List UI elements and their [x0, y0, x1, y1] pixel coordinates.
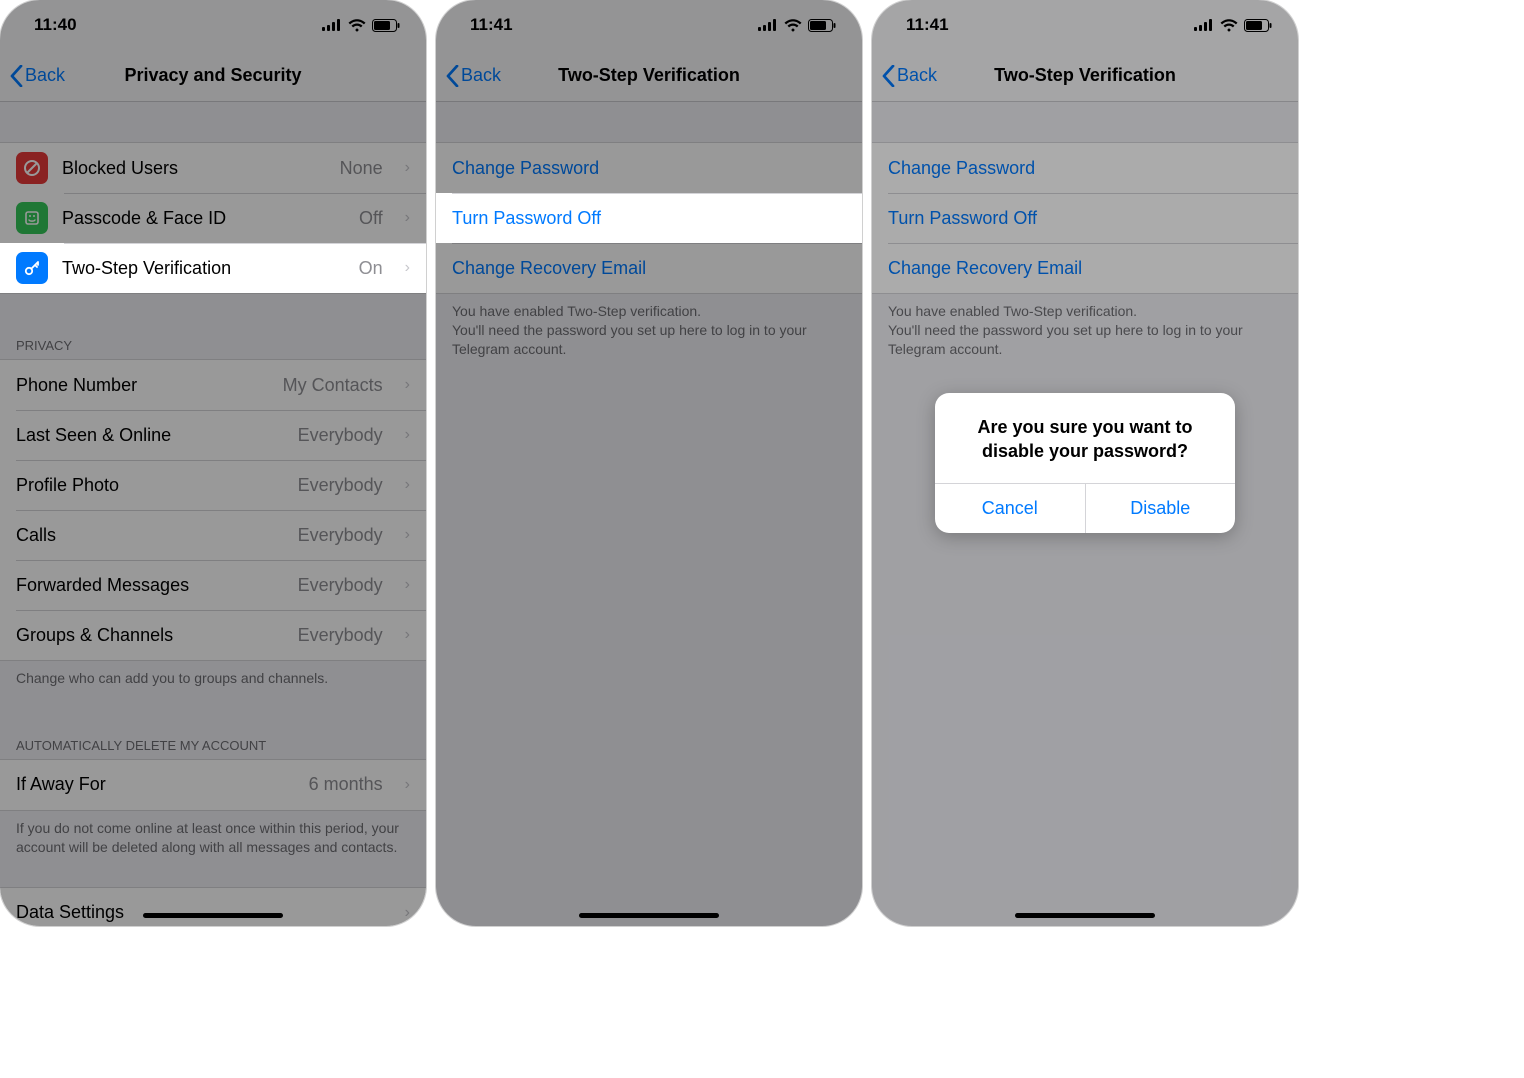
- row-label: Blocked Users: [62, 158, 326, 179]
- key-icon: [16, 252, 48, 284]
- row-if-away-for[interactable]: If Away For 6 months ›: [0, 760, 426, 810]
- scroll-content[interactable]: Blocked Users None › Passcode & Face ID …: [0, 102, 426, 926]
- row-passcode-faceid[interactable]: Passcode & Face ID Off ›: [0, 193, 426, 243]
- status-time: 11:40: [34, 15, 77, 35]
- row-label: Calls: [16, 525, 284, 546]
- status-time: 11:41: [470, 15, 513, 35]
- chevron-right-icon: ›: [405, 626, 410, 644]
- row-calls[interactable]: Calls Everybody ›: [0, 510, 426, 560]
- screen-privacy-and-security: 11:40 Back Privacy and Security Blocked …: [0, 0, 426, 926]
- chevron-right-icon: ›: [405, 209, 410, 227]
- row-label: Turn Password Off: [452, 208, 846, 229]
- home-indicator[interactable]: [143, 913, 283, 918]
- row-change-password[interactable]: Change Password: [436, 143, 862, 193]
- row-value: Everybody: [298, 525, 383, 546]
- chevron-right-icon: ›: [405, 526, 410, 544]
- wifi-icon: [348, 19, 366, 32]
- row-value: Everybody: [298, 425, 383, 446]
- screen-two-step-verification-alert: 11:41 Back Two-Step Verification Change …: [872, 0, 1298, 926]
- row-value: 6 months: [309, 774, 383, 795]
- row-two-step-verification[interactable]: Two-Step Verification On ›: [0, 243, 426, 293]
- cancel-button[interactable]: Cancel: [935, 484, 1085, 533]
- back-label: Back: [25, 65, 65, 86]
- page-title: Privacy and Security: [124, 65, 301, 86]
- chevron-right-icon: ›: [405, 159, 410, 177]
- row-label: Last Seen & Online: [16, 425, 284, 446]
- back-button[interactable]: Back: [446, 65, 501, 87]
- chevron-right-icon: ›: [405, 776, 410, 794]
- status-indicators: [758, 19, 836, 32]
- row-data-settings[interactable]: Data Settings ›: [0, 888, 426, 926]
- disable-button[interactable]: Disable: [1085, 484, 1236, 533]
- row-blocked-users[interactable]: Blocked Users None ›: [0, 143, 426, 193]
- nav-bar: Back Privacy and Security: [0, 50, 426, 102]
- chevron-right-icon: ›: [405, 259, 410, 277]
- status-bar: 11:40: [0, 0, 426, 50]
- row-phone-number[interactable]: Phone Number My Contacts ›: [0, 360, 426, 410]
- confirm-disable-alert: Are you sure you want to disable your pa…: [935, 393, 1235, 534]
- row-value: Everybody: [298, 475, 383, 496]
- chevron-right-icon: ›: [405, 576, 410, 594]
- row-label: Passcode & Face ID: [62, 208, 345, 229]
- row-groups-channels[interactable]: Groups & Channels Everybody ›: [0, 610, 426, 660]
- row-value: None: [340, 158, 383, 179]
- alert-title: Are you sure you want to disable your pa…: [935, 393, 1235, 484]
- row-value: On: [359, 258, 383, 279]
- chevron-right-icon: ›: [405, 426, 410, 444]
- section-footer-privacy: Change who can add you to groups and cha…: [0, 661, 426, 694]
- alert-backdrop: Are you sure you want to disable your pa…: [872, 0, 1298, 926]
- status-indicators: [322, 19, 400, 32]
- row-value: Everybody: [298, 575, 383, 596]
- row-label: Two-Step Verification: [62, 258, 345, 279]
- battery-icon: [372, 19, 400, 32]
- chevron-right-icon: ›: [405, 476, 410, 494]
- blocked-icon: [16, 152, 48, 184]
- section-header-auto-delete: Automatically Delete My Account: [0, 730, 426, 759]
- screen-two-step-verification: 11:41 Back Two-Step Verification Change …: [436, 0, 862, 926]
- nav-bar: Back Two-Step Verification: [436, 50, 862, 102]
- row-change-recovery-email[interactable]: Change Recovery Email: [436, 243, 862, 293]
- row-label: Phone Number: [16, 375, 269, 396]
- chevron-right-icon: ›: [405, 376, 410, 394]
- wifi-icon: [784, 19, 802, 32]
- row-value: Everybody: [298, 625, 383, 646]
- row-label: Forwarded Messages: [16, 575, 284, 596]
- row-label: Change Password: [452, 158, 846, 179]
- chevron-left-icon: [10, 65, 23, 87]
- row-label: Groups & Channels: [16, 625, 284, 646]
- row-profile-photo[interactable]: Profile Photo Everybody ›: [0, 460, 426, 510]
- scroll-content[interactable]: Change Password Turn Password Off Change…: [436, 102, 862, 926]
- section-footer: You have enabled Two-Step verification. …: [436, 294, 862, 365]
- page-title: Two-Step Verification: [558, 65, 740, 86]
- cellular-signal-icon: [758, 19, 778, 31]
- back-button[interactable]: Back: [10, 65, 65, 87]
- section-footer-auto-delete: If you do not come online at least once …: [0, 811, 426, 863]
- cellular-signal-icon: [322, 19, 342, 31]
- section-header-privacy: Privacy: [0, 330, 426, 359]
- row-label: Change Recovery Email: [452, 258, 846, 279]
- row-forwarded-messages[interactable]: Forwarded Messages Everybody ›: [0, 560, 426, 610]
- battery-icon: [808, 19, 836, 32]
- row-last-seen[interactable]: Last Seen & Online Everybody ›: [0, 410, 426, 460]
- status-bar: 11:41: [436, 0, 862, 50]
- row-value: Off: [359, 208, 383, 229]
- row-label: Profile Photo: [16, 475, 284, 496]
- passcode-icon: [16, 202, 48, 234]
- chevron-left-icon: [446, 65, 459, 87]
- row-turn-password-off[interactable]: Turn Password Off: [436, 193, 862, 243]
- chevron-right-icon: ›: [405, 904, 410, 922]
- back-label: Back: [461, 65, 501, 86]
- row-label: If Away For: [16, 774, 295, 795]
- row-value: My Contacts: [283, 375, 383, 396]
- home-indicator[interactable]: [579, 913, 719, 918]
